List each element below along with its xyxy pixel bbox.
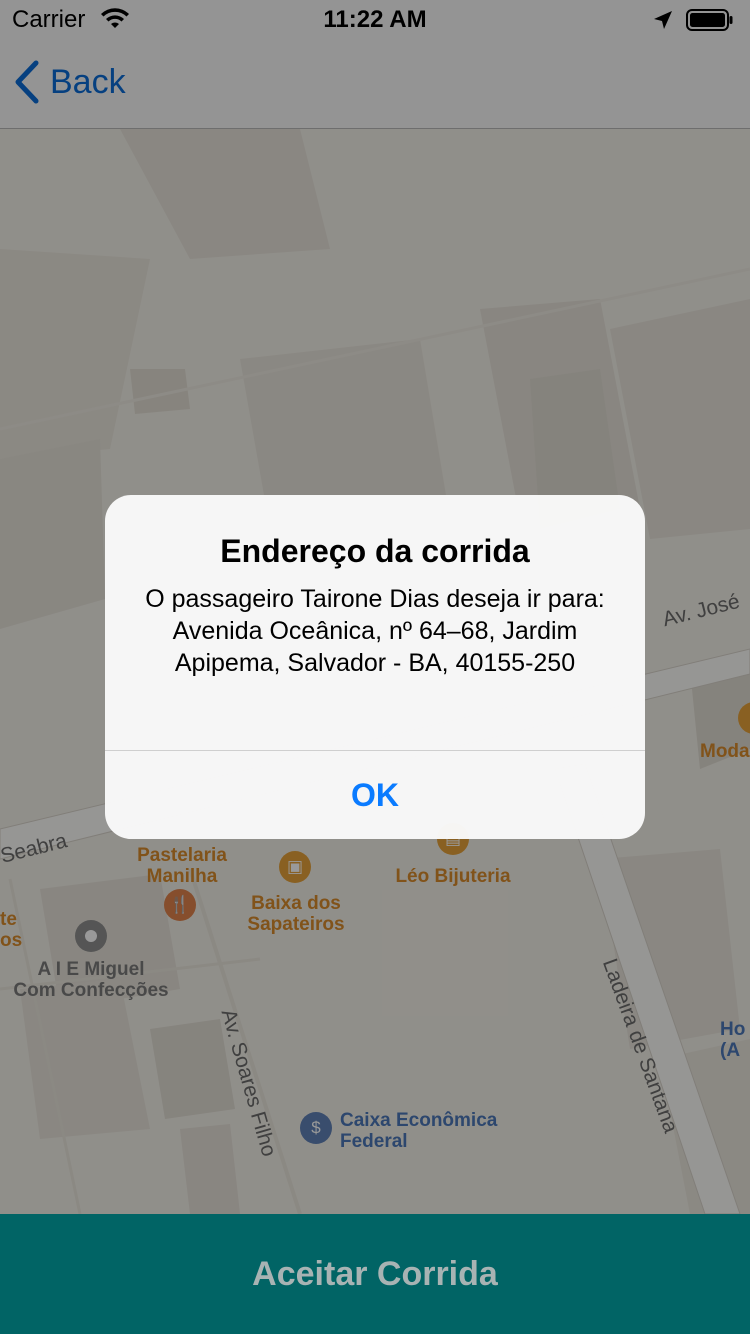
accept-ride-button[interactable]: Aceitar Corrida [0,1214,750,1334]
alert-message: O passageiro Tairone Dias deseja ir para… [145,585,605,677]
alert-dialog: Endereço da corrida O passageiro Tairone… [105,495,645,839]
alert-title: Endereço da corrida [220,533,530,569]
alert-ok-button[interactable]: OK [105,751,645,839]
